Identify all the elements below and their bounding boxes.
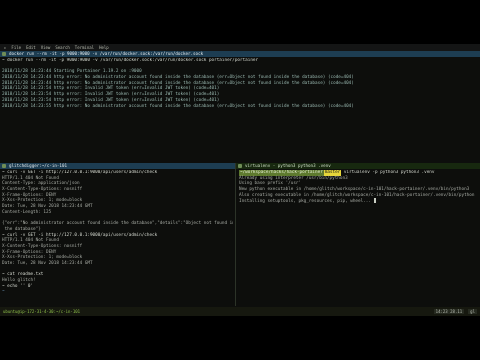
menu-bar: ▸ File Edit View Search Terminal Help: [0, 44, 480, 51]
right-pane[interactable]: ~/workspace/hacks/hack-portainer master v…: [239, 170, 478, 306]
left-pane-titlebar[interactable]: glitchdigger:~/c-in-101: [0, 163, 235, 169]
terminal-line: Installing setuptools, pkg_resources, pi…: [239, 198, 478, 204]
right-pane-title: virtualenv - python3 python3 .venv: [245, 163, 331, 168]
status-session: ubuntu@ip-172-31-4-30:~/c-in-101: [3, 309, 81, 314]
left-pane[interactable]: ~ curl -v GET -i http://127.0.0.1:9000/a…: [2, 170, 233, 306]
right-pane-titlebar[interactable]: virtualenv - python3 python3 .venv: [236, 163, 480, 169]
prompt-branch: master: [323, 170, 342, 176]
terminal-screen: ▸ File Edit View Search Terminal Help do…: [0, 44, 480, 316]
menu-item-help[interactable]: Help: [99, 45, 109, 50]
status-bar: ubuntu@ip-172-31-4-30:~/c-in-101 14:23 2…: [0, 307, 480, 316]
close-icon[interactable]: [238, 164, 242, 168]
menu-item-search[interactable]: Search: [55, 45, 69, 50]
menu-item-view[interactable]: View: [41, 45, 51, 50]
terminal-line: New python executable in /home/glitch/wo…: [239, 187, 470, 193]
status-host: gl: [468, 309, 477, 314]
top-pane-title: docker run --rm -it -p 9000:9000 -v /var…: [9, 51, 204, 56]
menu-item-edit[interactable]: Edit: [26, 45, 36, 50]
top-pane-titlebar[interactable]: docker run --rm -it -p 9000:9000 -v /var…: [0, 51, 480, 57]
menu-item-file[interactable]: File: [11, 45, 21, 50]
status-clock: 14:23 28.11: [433, 309, 465, 314]
terminal-line: ~: [2, 289, 5, 295]
close-icon[interactable]: [2, 164, 6, 168]
menu-item-terminal[interactable]: Terminal: [75, 45, 94, 50]
menu-item-icon[interactable]: ▸: [4, 45, 6, 50]
terminal-line: 2018/11/28 14:23:55 http error: No admin…: [2, 103, 354, 109]
top-pane[interactable]: ~ docker run --rm -it -p 9000:9000 -v /v…: [2, 58, 478, 160]
text-cursor: [373, 198, 377, 203]
close-icon[interactable]: [2, 52, 6, 56]
prompt-path: ~/workspace/hacks/hack-portainer: [239, 170, 324, 176]
prompt-command: virtualenv -p python3 python3 .venv: [341, 170, 435, 175]
pane-divider[interactable]: [235, 163, 236, 306]
left-pane-title: glitchdigger:~/c-in-101: [9, 163, 67, 168]
